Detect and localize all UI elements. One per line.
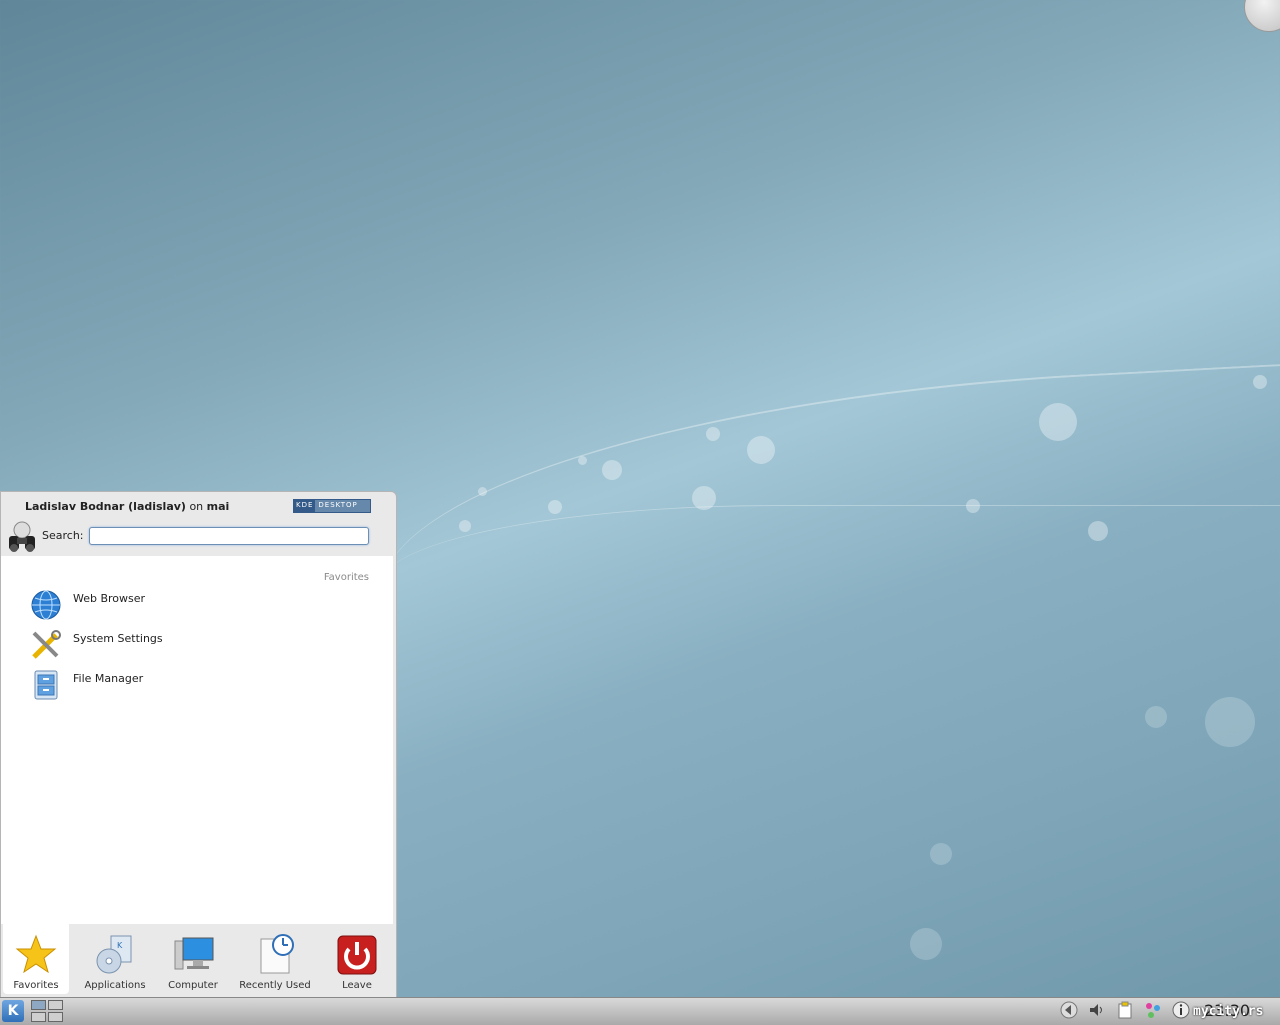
tab-label: Recently Used — [239, 980, 311, 991]
watermark: mycity.rs — [1193, 1004, 1264, 1019]
file-cabinet-icon — [34, 670, 58, 700]
on-text: on — [189, 500, 204, 513]
arrow-left-icon[interactable] — [1060, 1001, 1078, 1019]
section-label: Favorites — [323, 572, 369, 583]
tab-leave[interactable]: Leave — [325, 924, 389, 994]
clock-document-icon — [260, 934, 294, 974]
pager-desktop-4[interactable] — [48, 1012, 63, 1022]
user-header: Ladislav Bodnar (ladislav) on mai — [25, 500, 229, 513]
host-name: mai — [206, 500, 230, 513]
pager-desktop-1[interactable] — [31, 1000, 46, 1010]
user-name: Ladislav Bodnar (ladislav) — [25, 500, 186, 513]
application-launcher-menu: Ladislav Bodnar (ladislav) on mai KDE DE… — [0, 491, 397, 998]
favorite-web-browser[interactable]: Web Browser — [29, 588, 369, 624]
favorite-file-manager[interactable]: File Manager — [29, 668, 369, 704]
favorite-label: System Settings — [73, 632, 163, 645]
tab-label: Leave — [342, 980, 372, 991]
system-tray — [1060, 1001, 1190, 1019]
tab-computer[interactable]: Computer — [161, 924, 225, 994]
tab-favorites[interactable]: Favorites — [3, 924, 69, 994]
kde-menu-button[interactable]: K — [2, 1000, 24, 1022]
search-input[interactable] — [89, 527, 369, 545]
favorites-panel: Favorites Web Browser System Settings Fi… — [1, 556, 393, 924]
tools-icon — [32, 630, 61, 659]
power-icon — [337, 935, 377, 975]
computer-icon — [174, 937, 214, 970]
info-icon[interactable] — [1172, 1001, 1190, 1019]
search-label: Search: — [42, 529, 84, 542]
star-icon — [15, 934, 57, 974]
clipboard-icon[interactable] — [1116, 1001, 1134, 1019]
tab-label: Applications — [84, 980, 146, 991]
applications-icon: K — [96, 935, 132, 974]
badge-kde: KDE — [294, 500, 316, 512]
pager-desktop-2[interactable] — [48, 1000, 63, 1010]
launcher-tabs: Favorites K Applications Computer Recent… — [1, 924, 396, 999]
tab-label: Favorites — [13, 980, 59, 991]
taskbar: K 23:30 — [0, 997, 1280, 1025]
pager-desktop-3[interactable] — [31, 1012, 46, 1022]
svg-text:K: K — [117, 941, 123, 950]
desktop-toolbox-icon[interactable] — [1244, 0, 1280, 32]
favorite-label: File Manager — [73, 672, 144, 685]
network-icon[interactable] — [1144, 1001, 1162, 1019]
tab-recently-used[interactable]: Recently Used — [225, 924, 325, 994]
kde-desktop-badge: KDE DESKTOP — [293, 499, 371, 513]
badge-desktop: DESKTOP — [318, 501, 358, 509]
binoculars-icon — [9, 521, 35, 552]
favorite-system-settings[interactable]: System Settings — [29, 628, 369, 664]
tab-label: Computer — [168, 980, 218, 991]
desktop-pager[interactable] — [31, 1000, 63, 1022]
volume-icon[interactable] — [1088, 1001, 1106, 1019]
globe-icon — [31, 590, 61, 620]
tab-applications[interactable]: K Applications — [69, 924, 161, 994]
favorite-label: Web Browser — [73, 592, 146, 605]
